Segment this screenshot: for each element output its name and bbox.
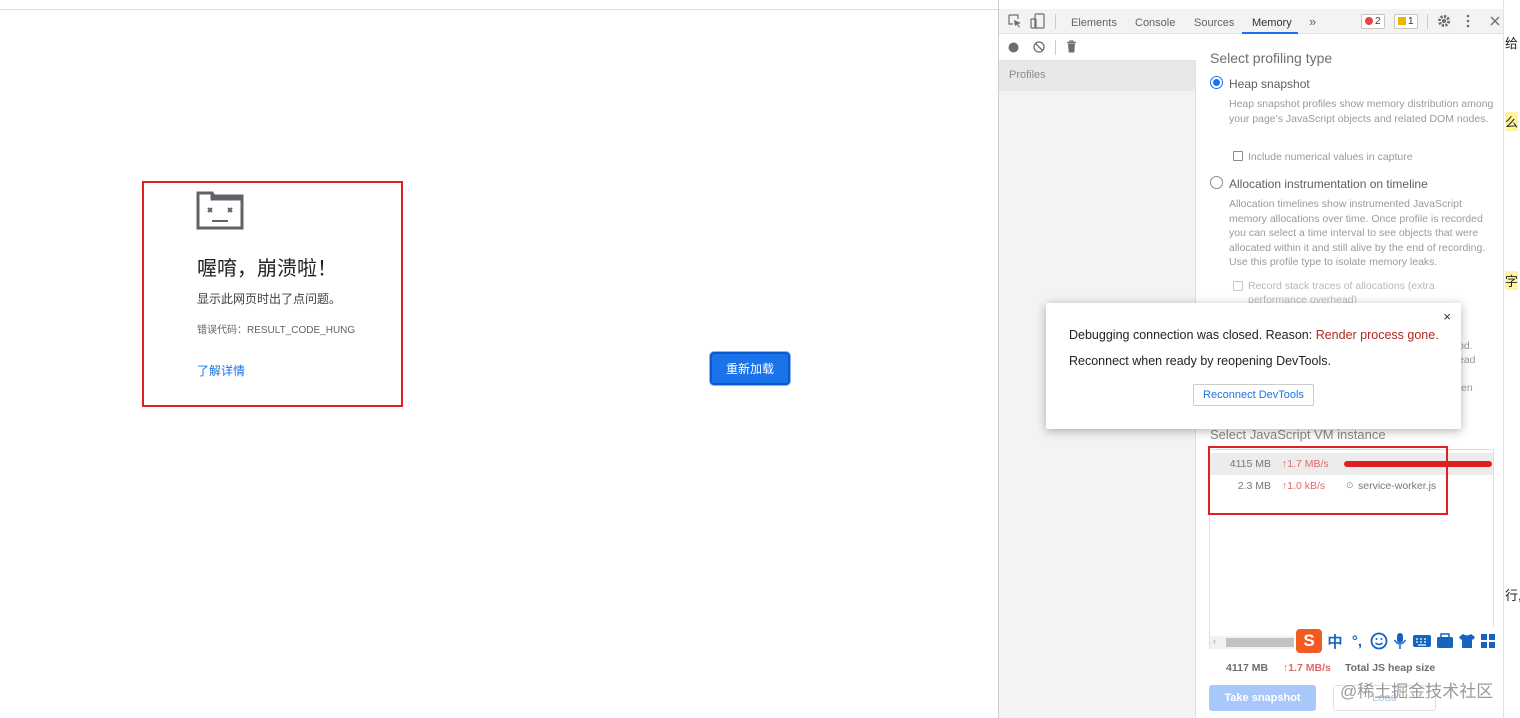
toolbox-icon[interactable] <box>1436 633 1454 649</box>
select-vm-title: Select JavaScript VM instance <box>1210 427 1386 442</box>
toolbar-divider <box>1055 14 1056 29</box>
record-stack-checkbox[interactable] <box>1233 281 1243 291</box>
strip-text: 给 <box>1505 36 1519 51</box>
tab-sources[interactable]: Sources <box>1194 17 1234 29</box>
warning-icon <box>1398 17 1406 25</box>
strip-text: 行, <box>1505 588 1520 603</box>
page-top-border <box>0 9 998 10</box>
annotation-redaction-line <box>1344 461 1492 467</box>
annotation-box-vm <box>1208 446 1448 515</box>
allocation-timeline-description: Allocation timelines show instrumented J… <box>1229 198 1486 268</box>
sad-folder-icon <box>196 191 244 230</box>
dialog-reason: Render process gone. <box>1315 328 1439 342</box>
trash-icon[interactable] <box>1066 40 1077 53</box>
sogou-logo-icon[interactable]: S <box>1296 629 1322 653</box>
heap-snapshot-description: Heap snapshot profiles show memory distr… <box>1229 98 1494 125</box>
error-count: 2 <box>1375 16 1381 27</box>
total-heap-mb: 4117 MB <box>1226 662 1269 674</box>
emoji-icon[interactable] <box>1370 632 1388 650</box>
connection-closed-dialog: × Debugging connection was closed. Reaso… <box>1046 303 1461 429</box>
learn-more-link[interactable]: 了解详情 <box>197 362 245 379</box>
gear-icon[interactable] <box>1437 14 1451 28</box>
strip-text: 么 <box>1505 112 1519 131</box>
punctuation-icon[interactable]: °, <box>1348 633 1366 650</box>
warning-count: 1 <box>1408 16 1414 27</box>
crash-description: 显示此网页时出了点问题。 <box>197 292 342 306</box>
crash-title: 喔唷，崩溃啦！ <box>197 258 337 280</box>
partial-text: en <box>1461 382 1473 394</box>
screen: 喔唷，崩溃啦！ 显示此网页时出了点问题。 错误代码：RESULT_CODE_HU… <box>0 0 1520 718</box>
microphone-icon[interactable] <box>1392 632 1408 650</box>
warning-count-badge[interactable]: 1 <box>1394 14 1418 29</box>
dialog-message-prefix: Debugging connection was closed. Reason: <box>1069 328 1316 342</box>
active-tab-indicator <box>1242 32 1298 34</box>
devtools-tab-bar: Elements Console Sources Memory » 2 1 <box>999 9 1504 34</box>
toolbar-divider <box>1427 14 1428 29</box>
inspect-element-icon[interactable] <box>1008 14 1022 28</box>
sidebar-item-label: Profiles <box>1009 69 1046 81</box>
chinese-mode-icon[interactable]: 中 <box>1326 631 1344 652</box>
error-count-badge[interactable]: 2 <box>1361 14 1385 29</box>
select-profiling-type-title: Select profiling type <box>1210 50 1333 66</box>
crash-error-code: 错误代码：RESULT_CODE_HUNG <box>197 325 356 336</box>
ime-toolbar: S 中 °, <box>1294 627 1496 655</box>
dialog-message: Debugging connection was closed. Reason:… <box>1069 328 1439 342</box>
profiles-toolbar <box>999 35 1196 61</box>
allocation-timeline-label: Allocation instrumentation on timeline <box>1229 177 1428 191</box>
kebab-menu-icon[interactable] <box>1465 14 1471 28</box>
toolbar-divider <box>1055 40 1056 55</box>
include-numerical-checkbox[interactable] <box>1233 151 1243 161</box>
total-heap-rate: ↑1.7 MB/s <box>1283 662 1331 674</box>
close-icon[interactable]: × <box>1443 309 1451 324</box>
skin-icon[interactable] <box>1458 633 1476 649</box>
watermark: @稀土掘金技术社区 <box>1340 682 1494 701</box>
device-toolbar-icon[interactable] <box>1030 13 1046 29</box>
scroll-left-icon[interactable]: ‹ <box>1213 636 1216 646</box>
grid-menu-icon[interactable] <box>1480 633 1496 649</box>
include-numerical-label: Include numerical values in capture <box>1248 151 1413 163</box>
tab-elements[interactable]: Elements <box>1071 17 1117 29</box>
error-icon <box>1365 17 1373 25</box>
keyboard-icon[interactable] <box>1412 633 1432 649</box>
tab-memory[interactable]: Memory <box>1252 17 1292 29</box>
background-page-strip: 给 么 字 行, <box>1503 0 1520 718</box>
dialog-instructions: Reconnect when ready by reopening DevToo… <box>1069 354 1331 368</box>
reconnect-devtools-button[interactable]: Reconnect DevTools <box>1193 384 1314 406</box>
more-tabs-icon[interactable]: » <box>1309 14 1316 29</box>
allocation-timeline-radio[interactable] <box>1210 176 1223 189</box>
total-heap-label: Total JS heap size <box>1345 662 1436 674</box>
reload-button[interactable]: 重新加载 <box>710 352 790 385</box>
clear-icon[interactable] <box>1033 41 1045 53</box>
strip-text: 字 <box>1505 271 1519 290</box>
record-icon[interactable] <box>1008 42 1019 53</box>
close-devtools-icon[interactable] <box>1489 15 1501 27</box>
take-snapshot-button[interactable]: Take snapshot <box>1209 685 1316 711</box>
tab-console[interactable]: Console <box>1135 17 1175 29</box>
heap-snapshot-label: Heap snapshot <box>1229 77 1310 91</box>
sidebar-item-profiles[interactable]: Profiles <box>999 61 1195 91</box>
heap-snapshot-radio[interactable] <box>1210 76 1223 89</box>
